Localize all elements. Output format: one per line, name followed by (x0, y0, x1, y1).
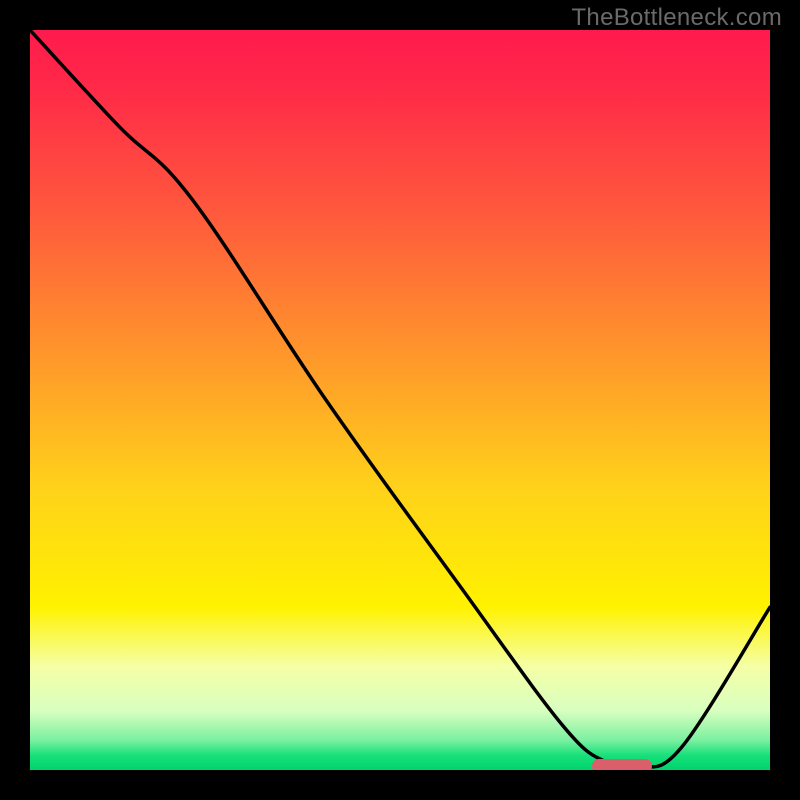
optimal-range-marker (592, 759, 651, 770)
bottleneck-curve (30, 30, 770, 770)
watermark-text: TheBottleneck.com (571, 4, 782, 32)
plot-area (30, 30, 770, 770)
chart-frame: TheBottleneck.com (0, 0, 800, 800)
